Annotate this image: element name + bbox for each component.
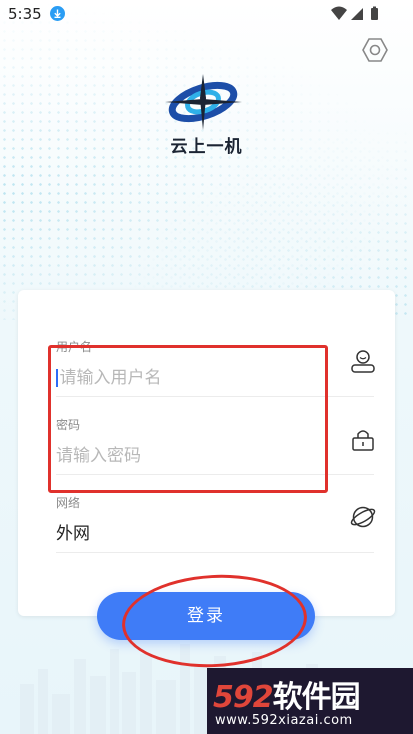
battery-icon [371,6,378,20]
watermark-brand-text: 软件园 [272,680,361,715]
watermark-brand: 592软件园 [213,672,361,716]
watermark-url: www.592xiazai.com [215,713,353,728]
settings-icon[interactable] [361,36,389,64]
system-icons [331,6,381,26]
network-field[interactable]: 网络 外网 [56,494,374,553]
wifi-icon [331,6,347,20]
app-logo [160,70,246,130]
lock-icon [350,426,376,452]
download-icon [50,6,65,21]
network-label: 网络 [56,496,81,510]
status-bar: 5:35 [0,0,413,28]
user-icon [350,348,376,374]
watermark: 592软件园 www.592xiazai.com [207,668,413,734]
globe-icon [350,504,376,530]
watermark-brand-number: 592 [213,680,274,715]
status-time: 5:35 [8,5,42,23]
signal-icon [351,8,363,20]
annotation-rectangle [48,345,328,493]
app-name: 云上一机 [170,137,243,157]
network-underline [56,552,374,553]
network-value[interactable]: 外网 [56,519,374,544]
